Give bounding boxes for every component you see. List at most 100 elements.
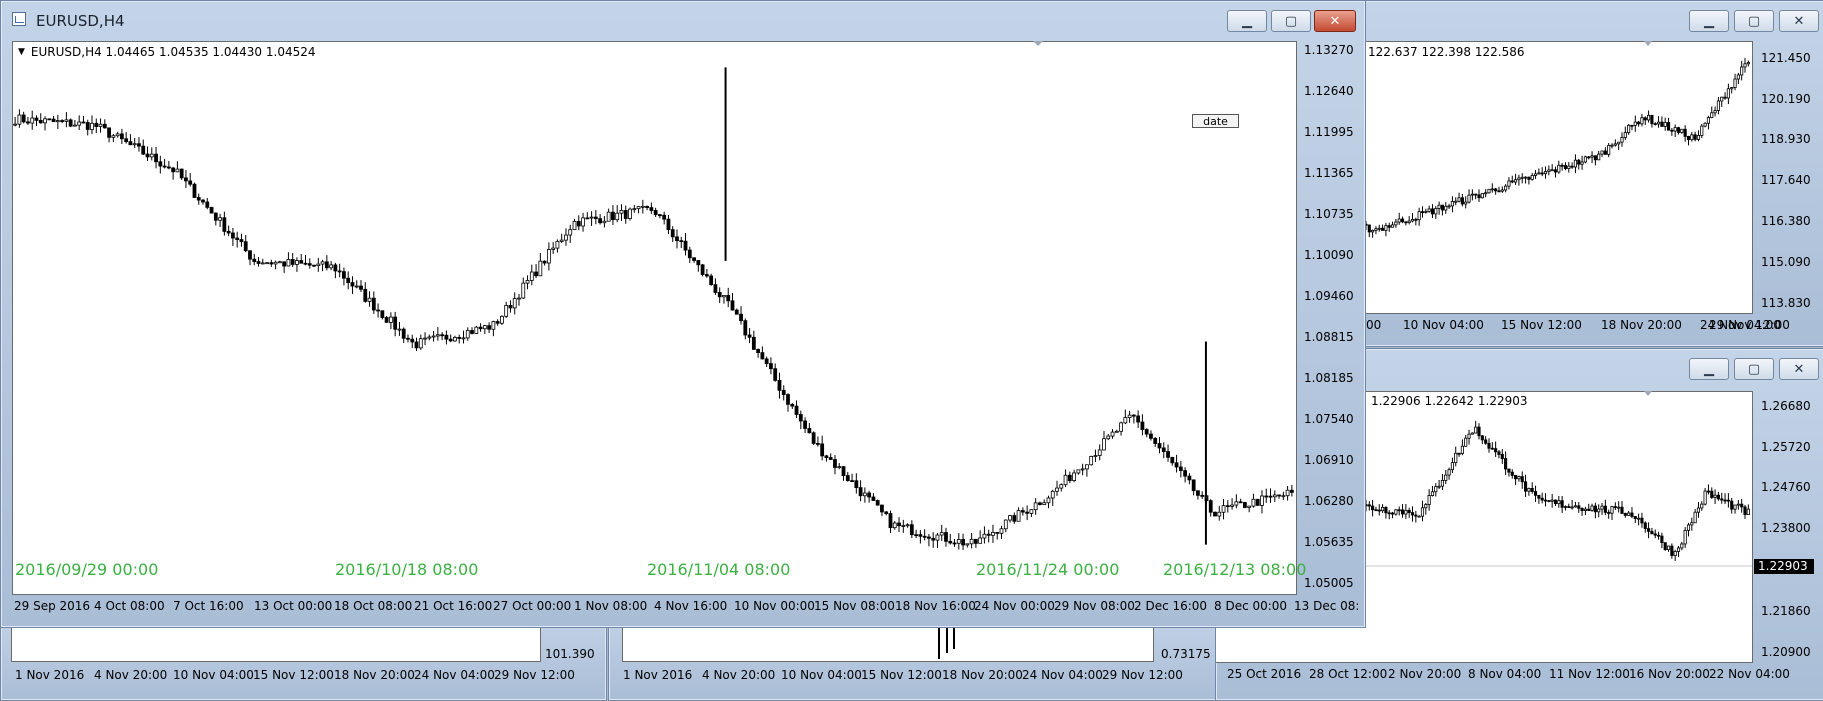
candle-body [636,206,641,210]
candle-body [111,135,116,138]
time-tick: 4 Nov 16:00 [654,599,728,613]
candle-body [1221,505,1226,513]
candle-body [1497,451,1501,455]
candle-body [961,539,965,546]
candle-body [952,542,957,545]
chart-window-main[interactable]: EURUSD,H4 ▁ ▢ ✕ 2016/09/29 00:00 2016/10/… [0,0,1366,628]
candle-body [1543,499,1548,502]
candle-body [1647,528,1651,532]
candle-body [1504,185,1508,191]
time-tick: 25 Oct 2016 [1227,667,1302,681]
candle-body [277,261,282,264]
candle-body [884,511,889,514]
candle-body [1730,87,1734,90]
candle-body [1507,180,1511,187]
candle-body [98,123,103,127]
candle-body [905,524,910,527]
candle-body [1567,506,1571,508]
price-tick: 1.10090 [1304,248,1354,262]
candle-body [1630,124,1634,127]
time-tick: 15 Nov 12:00 [1501,318,1582,332]
time-tick: 8 Nov 04:00 [1468,667,1542,681]
candle-body [1480,193,1484,199]
candle-body [1660,535,1664,544]
shift-marker-icon [1644,391,1652,396]
candle-body [1713,110,1717,114]
candle-body [1377,227,1381,230]
candle-body [1710,112,1714,118]
candle-body [1547,500,1551,502]
time-tick: 10 Nov 04:00 [173,668,254,682]
candle-body [1550,169,1554,172]
time-tick: 29 Nov 08:00 [1054,599,1135,613]
candle-body [1025,511,1030,514]
candle-body [948,540,953,544]
candle-body [209,206,214,214]
candle-body [1733,504,1737,510]
candle-body [1407,220,1411,224]
collapse-triangle-icon[interactable]: ▼ [18,47,25,57]
candle-body [1514,474,1518,480]
candle-body [457,337,462,339]
candle-body [316,263,321,267]
candle-body [794,405,799,415]
candle-body [1234,501,1239,506]
candle-body [1696,135,1701,140]
candle-body [1497,190,1501,193]
candle-body [1633,121,1637,126]
candle-body [1444,474,1448,481]
time-tick: 10 Nov 00:00 [734,599,815,613]
time-tick: 18 Nov 20:00 [334,668,415,682]
candle-body [1474,193,1478,196]
candle-body [119,133,124,140]
candle-body [1666,122,1671,131]
candle-body [1557,500,1561,505]
candle-body [658,214,662,217]
candle-body [1583,156,1587,163]
candle-body [1620,506,1624,514]
candle-body [1740,503,1744,508]
candle-body [1464,201,1468,205]
candle-body [1437,485,1441,488]
candle-body [1680,128,1684,133]
date-marker-label: 2016/12/13 08:00 [1163,560,1306,579]
price-tick: 120.190 [1761,92,1811,106]
candle-body [982,533,987,539]
candle-body [504,305,509,317]
candle-body [704,274,709,277]
candle-body [444,334,449,340]
candle-body [1119,422,1123,432]
candle-body [1537,494,1541,499]
candle-body [1484,192,1488,195]
candle-body [1093,455,1098,457]
candle-body [1696,507,1701,513]
candle-body [568,229,573,236]
candle-body [1550,499,1554,502]
candle-body [1140,421,1145,430]
candle-body [171,167,176,173]
ohlc-readout: EURUSD,H4 1.04465 1.04535 1.04430 1.0452… [30,45,316,59]
candle-body [1153,437,1158,444]
candle-body [239,239,244,243]
candle-body [1200,494,1205,497]
candle-body [1427,495,1431,505]
candle-body [175,168,180,173]
candle-body [1397,218,1401,223]
candle-body [1420,211,1425,214]
candle-body [461,337,466,340]
candle-body [1444,205,1448,211]
candle-body [132,143,137,146]
candle-body [1517,476,1521,480]
candle-body [1059,484,1064,489]
candle-body [1557,164,1561,173]
candle-body [1620,137,1624,143]
date-button[interactable]: date [1192,114,1239,128]
date-marker-label: 2016/09/29 00:00 [15,560,158,579]
candle-body [218,217,222,221]
candle-body [1367,504,1371,507]
candle-body [337,270,342,273]
candle-body [1149,433,1153,439]
candle-body [713,284,718,293]
candle-body [1144,429,1149,435]
candle-body [154,153,158,163]
